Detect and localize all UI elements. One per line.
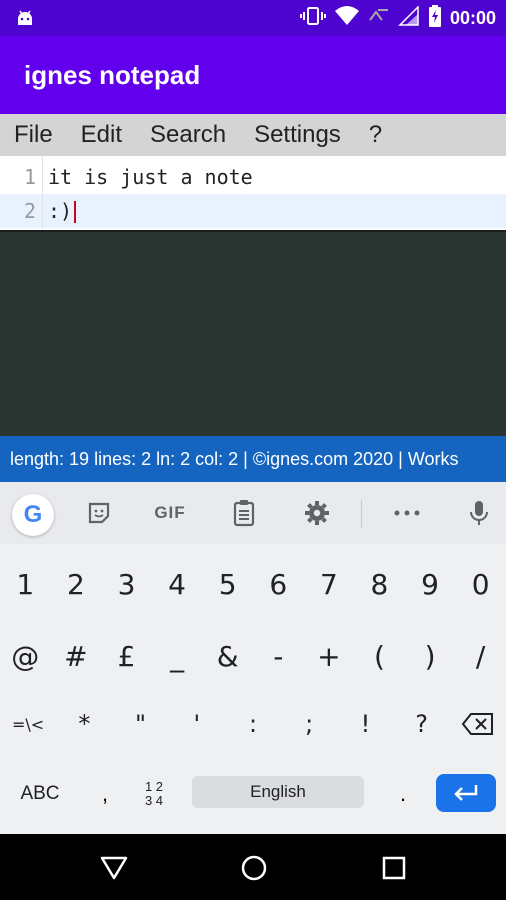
menu-help[interactable]: ? bbox=[355, 121, 396, 149]
wifi-icon bbox=[334, 5, 360, 31]
key-comma[interactable]: , bbox=[90, 776, 120, 812]
app-bar: ignes notepad bbox=[0, 36, 506, 114]
system-status-bar: 00:00 bbox=[0, 0, 506, 36]
key-double-quote[interactable]: " bbox=[112, 698, 168, 750]
key-3[interactable]: 3 bbox=[101, 558, 152, 610]
vibrate-icon bbox=[299, 6, 326, 31]
key-plus[interactable]: + bbox=[304, 630, 355, 682]
symbol-row-2: =\< * " ' : ; ! ? bbox=[0, 698, 506, 750]
key-9[interactable]: 9 bbox=[405, 558, 456, 610]
key-close-paren[interactable]: ) bbox=[405, 630, 456, 682]
text-editor[interactable]: 1 it is just a note 2 :) bbox=[0, 156, 506, 232]
keyboard-toolbar: G GIF bbox=[0, 482, 506, 544]
key-asterisk[interactable]: * bbox=[56, 698, 112, 750]
toolbar-divider bbox=[361, 500, 362, 528]
sticker-icon[interactable] bbox=[84, 498, 114, 528]
number-row: 1 2 3 4 5 6 7 8 9 0 bbox=[0, 558, 506, 610]
clipboard-icon[interactable] bbox=[230, 498, 258, 528]
android-icon bbox=[14, 7, 36, 34]
key-exclamation[interactable]: ! bbox=[337, 698, 393, 750]
key-ampersand[interactable]: & bbox=[202, 630, 253, 682]
system-nav-bar bbox=[0, 834, 506, 900]
google-label: G bbox=[23, 501, 43, 528]
home-icon[interactable] bbox=[238, 852, 270, 884]
key-pound[interactable]: £ bbox=[101, 630, 152, 682]
key-hash[interactable]: # bbox=[51, 630, 102, 682]
symbol-row: @ # £ _ & - + ( ) / bbox=[0, 630, 506, 682]
key-more-symbols[interactable]: =\< bbox=[0, 698, 56, 750]
key-period[interactable]: . bbox=[388, 776, 418, 812]
editor-line[interactable]: 1 it is just a note bbox=[0, 160, 506, 194]
line-text[interactable]: it is just a note bbox=[40, 165, 253, 189]
abc-key[interactable]: ABC bbox=[10, 776, 70, 812]
clock-time: 00:00 bbox=[449, 7, 496, 28]
empty-editor-area[interactable] bbox=[0, 232, 506, 436]
soft-keyboard: G GIF 1 2 3 4 5 6 7 8 9 0 @ # £ _ & - + … bbox=[0, 482, 506, 834]
enter-icon bbox=[454, 785, 478, 801]
editor-status-line: length: 19 lines: 2 ln: 2 col: 2 | ©igne… bbox=[0, 436, 506, 482]
editor-line-current[interactable]: 2 :) bbox=[0, 194, 506, 228]
text-caret bbox=[74, 201, 77, 224]
menu-bar: File Edit Search Settings ? bbox=[0, 114, 506, 156]
google-icon[interactable]: G bbox=[12, 494, 54, 536]
key-5[interactable]: 5 bbox=[202, 558, 253, 610]
key-colon[interactable]: : bbox=[225, 698, 281, 750]
key-question[interactable]: ? bbox=[394, 698, 450, 750]
space-bar[interactable]: English bbox=[192, 776, 364, 808]
line-number: 2 bbox=[23, 199, 36, 223]
line-number: 1 bbox=[23, 165, 36, 189]
line-text[interactable]: :) bbox=[48, 199, 72, 223]
key-underscore[interactable]: _ bbox=[152, 630, 203, 682]
battery-charging-icon bbox=[428, 4, 442, 32]
key-0[interactable]: 0 bbox=[455, 558, 506, 610]
gif-label: GIF bbox=[154, 503, 186, 522]
key-6[interactable]: 6 bbox=[253, 558, 304, 610]
recents-icon[interactable] bbox=[378, 852, 410, 884]
fraction-key[interactable]: 1 2 3 4 bbox=[136, 774, 172, 814]
key-1[interactable]: 1 bbox=[0, 558, 51, 610]
key-at[interactable]: @ bbox=[0, 630, 51, 682]
fraction-top: 1 2 bbox=[144, 779, 164, 794]
more-icon[interactable] bbox=[392, 498, 422, 528]
menu-edit[interactable]: Edit bbox=[67, 121, 136, 149]
key-8[interactable]: 8 bbox=[354, 558, 405, 610]
enter-key[interactable] bbox=[436, 774, 496, 812]
back-icon[interactable] bbox=[98, 852, 130, 884]
gutter-divider bbox=[42, 156, 43, 232]
menu-settings[interactable]: Settings bbox=[240, 121, 355, 149]
menu-search[interactable]: Search bbox=[136, 121, 240, 149]
key-single-quote[interactable]: ' bbox=[169, 698, 225, 750]
key-7[interactable]: 7 bbox=[304, 558, 355, 610]
fraction-bottom: 3 4 bbox=[144, 793, 164, 808]
menu-file[interactable]: File bbox=[0, 121, 67, 149]
data-icon bbox=[368, 6, 390, 31]
backspace-icon[interactable] bbox=[450, 698, 506, 750]
settings-icon[interactable] bbox=[302, 498, 332, 528]
signal-icon bbox=[398, 4, 420, 31]
key-2[interactable]: 2 bbox=[51, 558, 102, 610]
gif-icon[interactable]: GIF bbox=[150, 498, 190, 528]
key-slash[interactable]: / bbox=[455, 630, 506, 682]
key-semicolon[interactable]: ; bbox=[281, 698, 337, 750]
mic-icon[interactable] bbox=[466, 498, 492, 528]
key-4[interactable]: 4 bbox=[152, 558, 203, 610]
app-title: ignes notepad bbox=[24, 60, 201, 90]
key-open-paren[interactable]: ( bbox=[354, 630, 405, 682]
key-minus[interactable]: - bbox=[253, 630, 304, 682]
line-text-container[interactable]: :) bbox=[40, 199, 77, 224]
